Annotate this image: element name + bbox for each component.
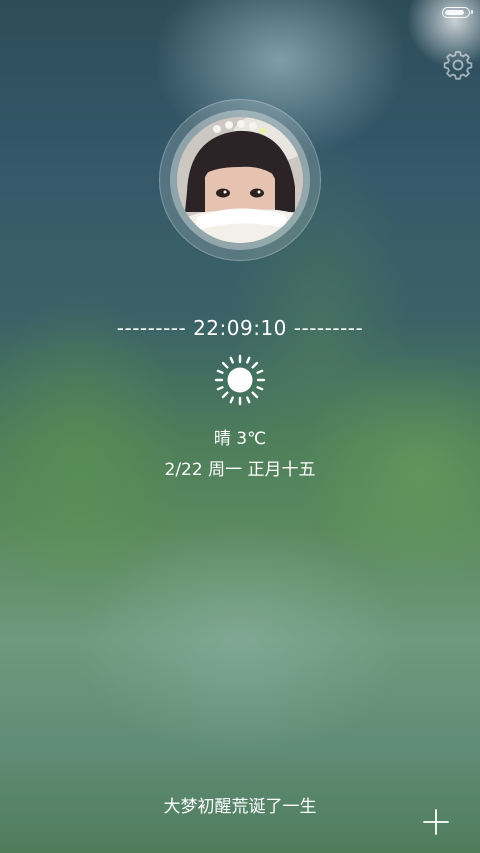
clock-left-dashes: --------- — [116, 316, 187, 340]
avatar-portrait-image — [177, 117, 303, 243]
clock-line: --------- 22:09:10 --------- — [0, 316, 480, 340]
battery-fill — [445, 10, 464, 15]
date-text: 2/22 周一 正月十五 — [164, 460, 316, 480]
avatar[interactable] — [177, 117, 303, 243]
gear-icon[interactable] — [443, 50, 473, 80]
weather-text: 晴 3℃ — [213, 429, 267, 449]
avatar-frame[interactable] — [159, 99, 321, 261]
sun-icon — [214, 354, 266, 406]
motto-text: 大梦初醒荒诞了一生 — [163, 797, 317, 817]
plus-icon[interactable] — [422, 808, 450, 836]
clock-time: 22:09:10 — [193, 316, 287, 340]
battery-icon — [442, 7, 473, 18]
clock-right-dashes: --------- — [293, 316, 364, 340]
